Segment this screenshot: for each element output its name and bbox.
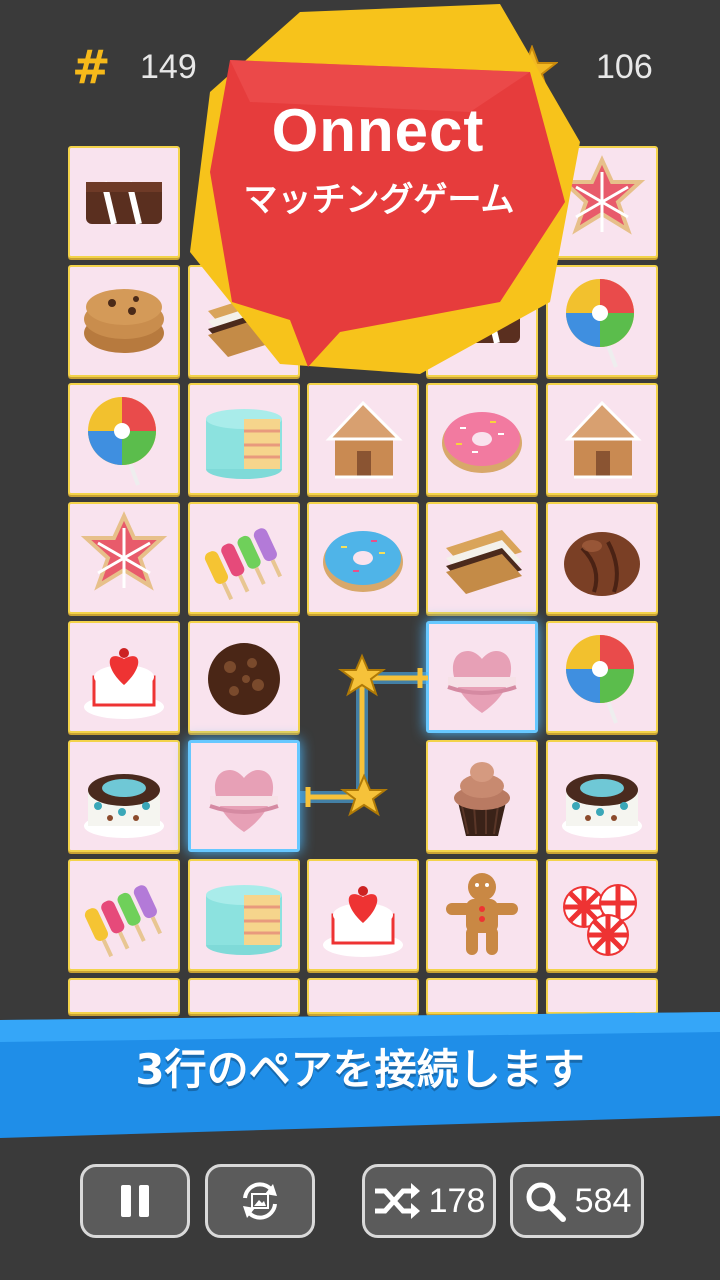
tile-heart-cake[interactable] — [307, 859, 419, 971]
logo-subtitle: マッチングゲーム — [243, 180, 515, 220]
tile-partial[interactable] — [68, 978, 180, 1014]
tile-pink-donut[interactable] — [426, 383, 538, 495]
tile-partial[interactable] — [426, 978, 538, 1014]
tile-macaron[interactable] — [426, 621, 538, 733]
shuffle-count: 178 — [428, 1181, 486, 1220]
smores-icon — [446, 530, 522, 594]
cupcake-icon — [454, 762, 510, 836]
gingerbread-house-icon — [325, 400, 403, 479]
tile-partial[interactable] — [188, 978, 300, 1014]
rotate-image-icon — [243, 1182, 277, 1220]
popsicles-icon — [84, 885, 162, 958]
chocolate-truffle-icon — [564, 532, 640, 596]
tile-blue-donut[interactable] — [307, 502, 419, 614]
pause-button[interactable] — [80, 1164, 190, 1238]
macaron-icon — [447, 651, 517, 713]
tile-cupcake[interactable] — [426, 740, 538, 852]
lollipop-icon — [88, 397, 156, 486]
shuffle-button[interactable]: 178 — [362, 1164, 496, 1238]
tile-chocolate-bar[interactable] — [68, 146, 180, 258]
cake-slice-icon — [206, 409, 282, 479]
lollipop-icon — [566, 635, 634, 724]
popsicles-icon — [204, 528, 282, 601]
tile-macaron[interactable] — [188, 740, 300, 852]
heart-cake-icon — [323, 886, 403, 957]
search-icon — [526, 1182, 566, 1222]
blue-donut-icon — [323, 531, 403, 592]
tile-peppermints[interactable] — [546, 859, 658, 971]
tile-snowflake-cookie[interactable] — [68, 502, 180, 614]
polka-cake-icon — [562, 774, 642, 838]
logo-title: Onnect — [271, 97, 485, 164]
polka-cake-icon — [84, 774, 164, 838]
macaron-icon — [209, 770, 279, 832]
tile-lollipop[interactable] — [546, 621, 658, 733]
snowflake-cookie-icon — [80, 511, 168, 591]
tile-heart-cake[interactable] — [68, 621, 180, 733]
shuffle-icon — [374, 1183, 420, 1219]
peppermints-icon — [563, 884, 637, 956]
tile-popsicles[interactable] — [68, 859, 180, 971]
tile-gingerbread-house[interactable] — [307, 383, 419, 495]
hint-button[interactable]: 584 — [510, 1164, 644, 1238]
tile-gingerbread-house[interactable] — [546, 383, 658, 495]
chocolate-ball-icon — [208, 643, 280, 715]
tile-chocolate-ball[interactable] — [188, 621, 300, 733]
tile-popsicles[interactable] — [188, 502, 300, 614]
cookies-icon — [84, 289, 164, 353]
tile-partial[interactable] — [307, 978, 419, 1014]
tile-polka-cake[interactable] — [546, 740, 658, 852]
score-counter: 106 — [596, 48, 653, 86]
gingerbread-man-icon — [446, 873, 518, 955]
cake-slice-icon — [206, 885, 282, 955]
pause-icon — [121, 1185, 149, 1217]
hint-count: 584 — [574, 1181, 632, 1220]
tile-partial[interactable] — [546, 978, 658, 1014]
instruction-text: 3行のペアを接続します — [135, 1045, 585, 1094]
chocolate-bar-icon — [86, 181, 162, 225]
tile-cookies[interactable] — [68, 265, 180, 377]
tile-smores[interactable] — [426, 502, 538, 614]
heart-cake-icon — [84, 648, 164, 719]
rotate-button[interactable] — [205, 1164, 315, 1238]
moves-icon: # — [72, 40, 111, 94]
tile-chocolate-truffle[interactable] — [546, 502, 658, 614]
pink-donut-icon — [442, 412, 522, 473]
tile-cake-slice[interactable] — [188, 383, 300, 495]
gingerbread-house-icon — [564, 400, 642, 479]
tile-cake-slice[interactable] — [188, 859, 300, 971]
tile-lollipop[interactable] — [68, 383, 180, 495]
tile-gingerbread-man[interactable] — [426, 859, 538, 971]
tile-polka-cake[interactable] — [68, 740, 180, 852]
